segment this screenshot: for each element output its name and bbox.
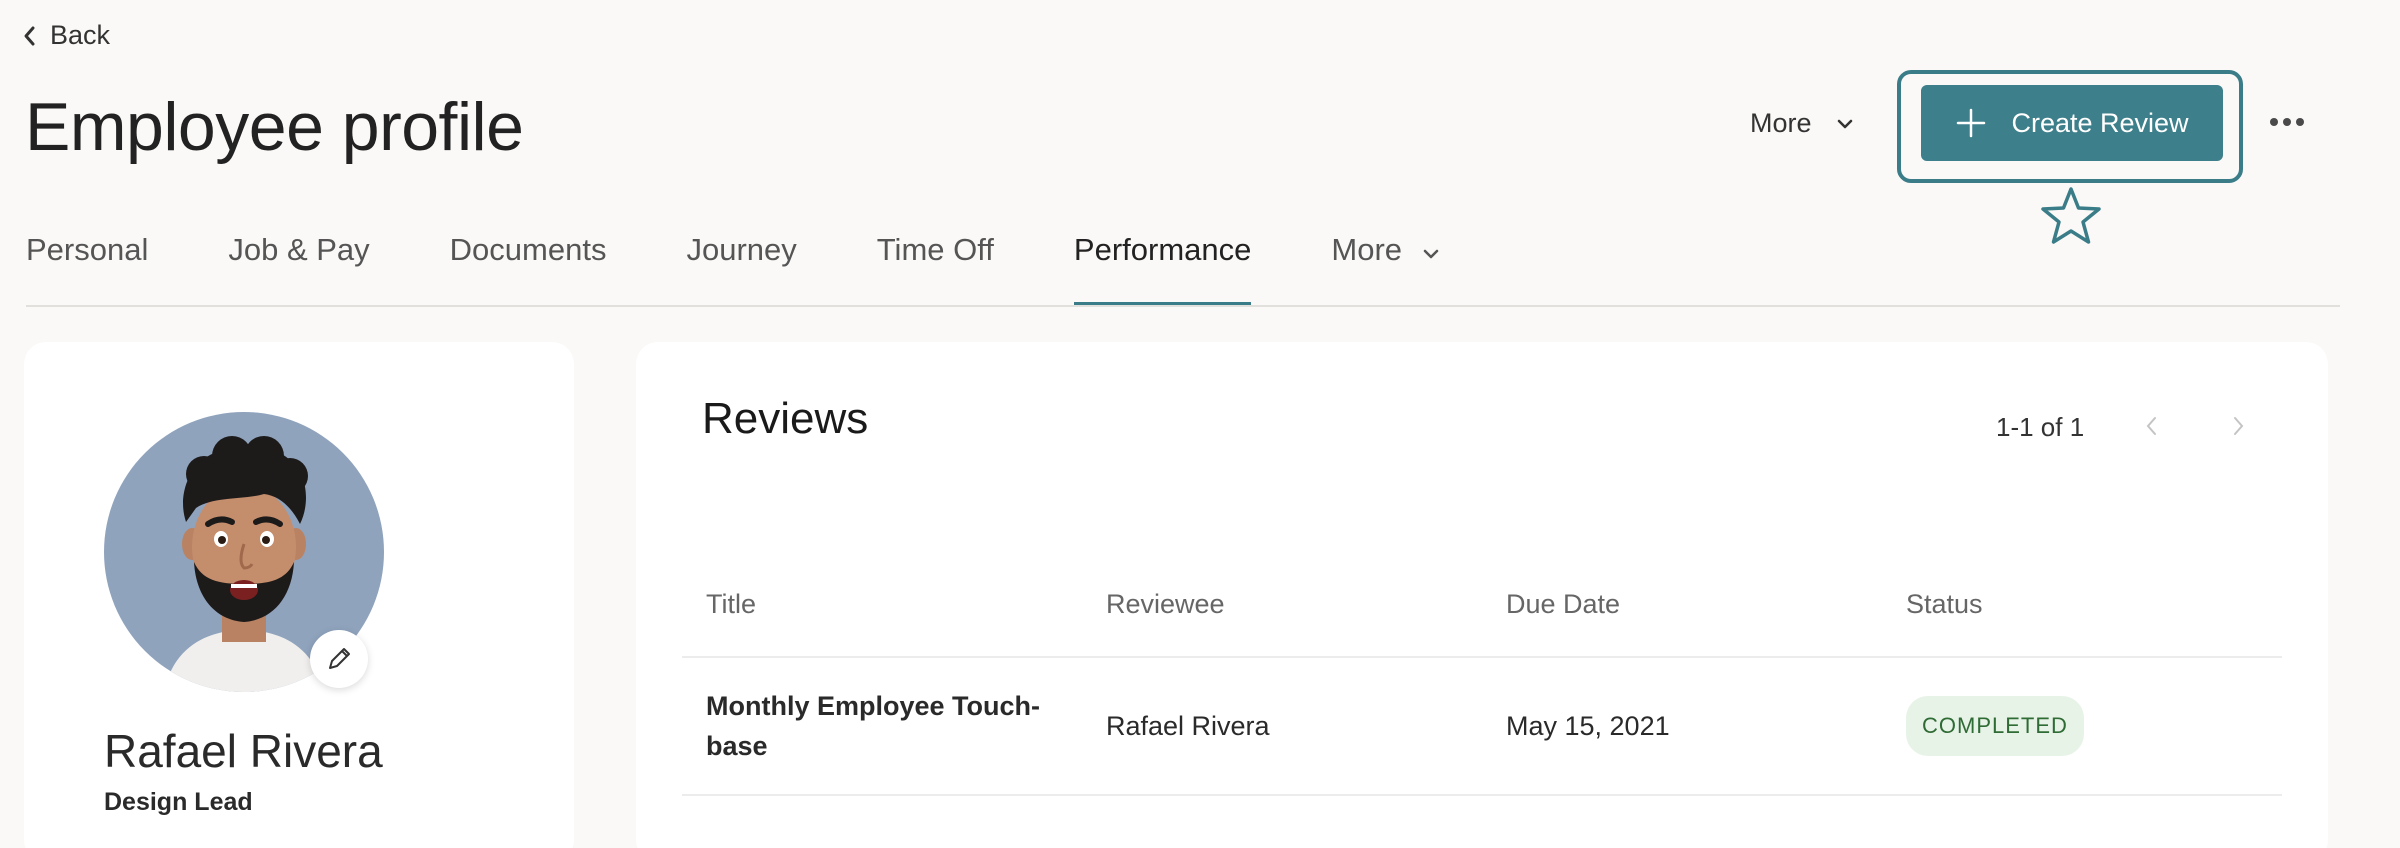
- profile-card: Rafael Rivera Design Lead: [24, 342, 574, 848]
- header-more-dropdown[interactable]: More: [1750, 108, 1854, 139]
- tab-more[interactable]: More: [1331, 228, 1440, 304]
- pencil-icon: [329, 648, 350, 669]
- profile-role: Design Lead: [104, 788, 253, 816]
- chevron-left-icon: [24, 26, 35, 45]
- tab-label: Documents: [449, 232, 607, 267]
- previous-page-button[interactable]: [2136, 410, 2168, 442]
- back-link[interactable]: Back: [22, 20, 110, 51]
- tab-label: Journey: [686, 232, 797, 267]
- reviewee-cell: Rafael Rivera: [1106, 711, 1270, 741]
- chevron-left-icon: [2146, 417, 2156, 435]
- create-review-button[interactable]: Create Review: [1921, 85, 2223, 161]
- tab-journey[interactable]: Journey: [686, 228, 796, 304]
- table-header: Title Reviewee Due Date Status: [682, 552, 2282, 658]
- status-badge: COMPLETED: [1906, 696, 2084, 756]
- tabs-divider: [26, 305, 2340, 307]
- column-header-due-date[interactable]: Due Date: [1482, 589, 1882, 620]
- dot-icon: [2270, 118, 2278, 126]
- dot-icon: [2296, 118, 2304, 126]
- chevron-down-icon: [1837, 119, 1852, 128]
- create-review-label: Create Review: [2011, 107, 2189, 138]
- tab-bar: Personal Job & Pay Documents Journey Tim…: [26, 228, 1520, 305]
- dot-icon: [2283, 118, 2291, 126]
- review-title-cell[interactable]: Monthly Employee Touch-base: [682, 686, 1082, 766]
- more-options-button[interactable]: [2266, 114, 2308, 130]
- tab-job-pay[interactable]: Job & Pay: [228, 228, 369, 304]
- back-label: Back: [50, 20, 111, 50]
- star-icon: [2041, 187, 2101, 244]
- tab-documents[interactable]: Documents: [450, 228, 607, 304]
- status-cell: COMPLETED: [1882, 696, 2282, 756]
- chevron-right-icon: [2234, 417, 2244, 435]
- next-page-button[interactable]: [2222, 410, 2254, 442]
- reviews-title: Reviews: [702, 394, 869, 443]
- tab-performance[interactable]: Performance: [1073, 228, 1252, 305]
- tab-label: Personal: [26, 232, 149, 267]
- header-more-label: More: [1750, 108, 1812, 138]
- tab-label: More: [1331, 232, 1403, 267]
- column-header-status[interactable]: Status: [1882, 589, 2282, 620]
- tab-time-off[interactable]: Time Off: [877, 228, 994, 304]
- page-title: Employee profile: [25, 89, 524, 165]
- pagination-text: 1-1 of 1: [1996, 412, 2085, 442]
- chevron-down-icon: [1423, 249, 1439, 259]
- profile-name: Rafael Rivera: [104, 725, 383, 777]
- reviews-card: Reviews 1-1 of 1 Title Reviewee Due Date…: [636, 342, 2328, 848]
- edit-avatar-button[interactable]: [310, 630, 368, 688]
- reviews-table: Title Reviewee Due Date Status Monthly E…: [682, 552, 2282, 796]
- column-header-reviewee[interactable]: Reviewee: [1082, 589, 1482, 620]
- column-header-title[interactable]: Title: [682, 589, 1082, 620]
- tab-label: Time Off: [876, 232, 994, 267]
- tab-label: Job & Pay: [228, 232, 370, 267]
- tab-personal[interactable]: Personal: [26, 228, 148, 304]
- due-date-cell: May 15, 2021: [1506, 711, 1670, 741]
- tab-label: Performance: [1073, 232, 1252, 267]
- plus-icon: [1957, 108, 1986, 138]
- table-row[interactable]: Monthly Employee Touch-base Rafael River…: [682, 658, 2282, 796]
